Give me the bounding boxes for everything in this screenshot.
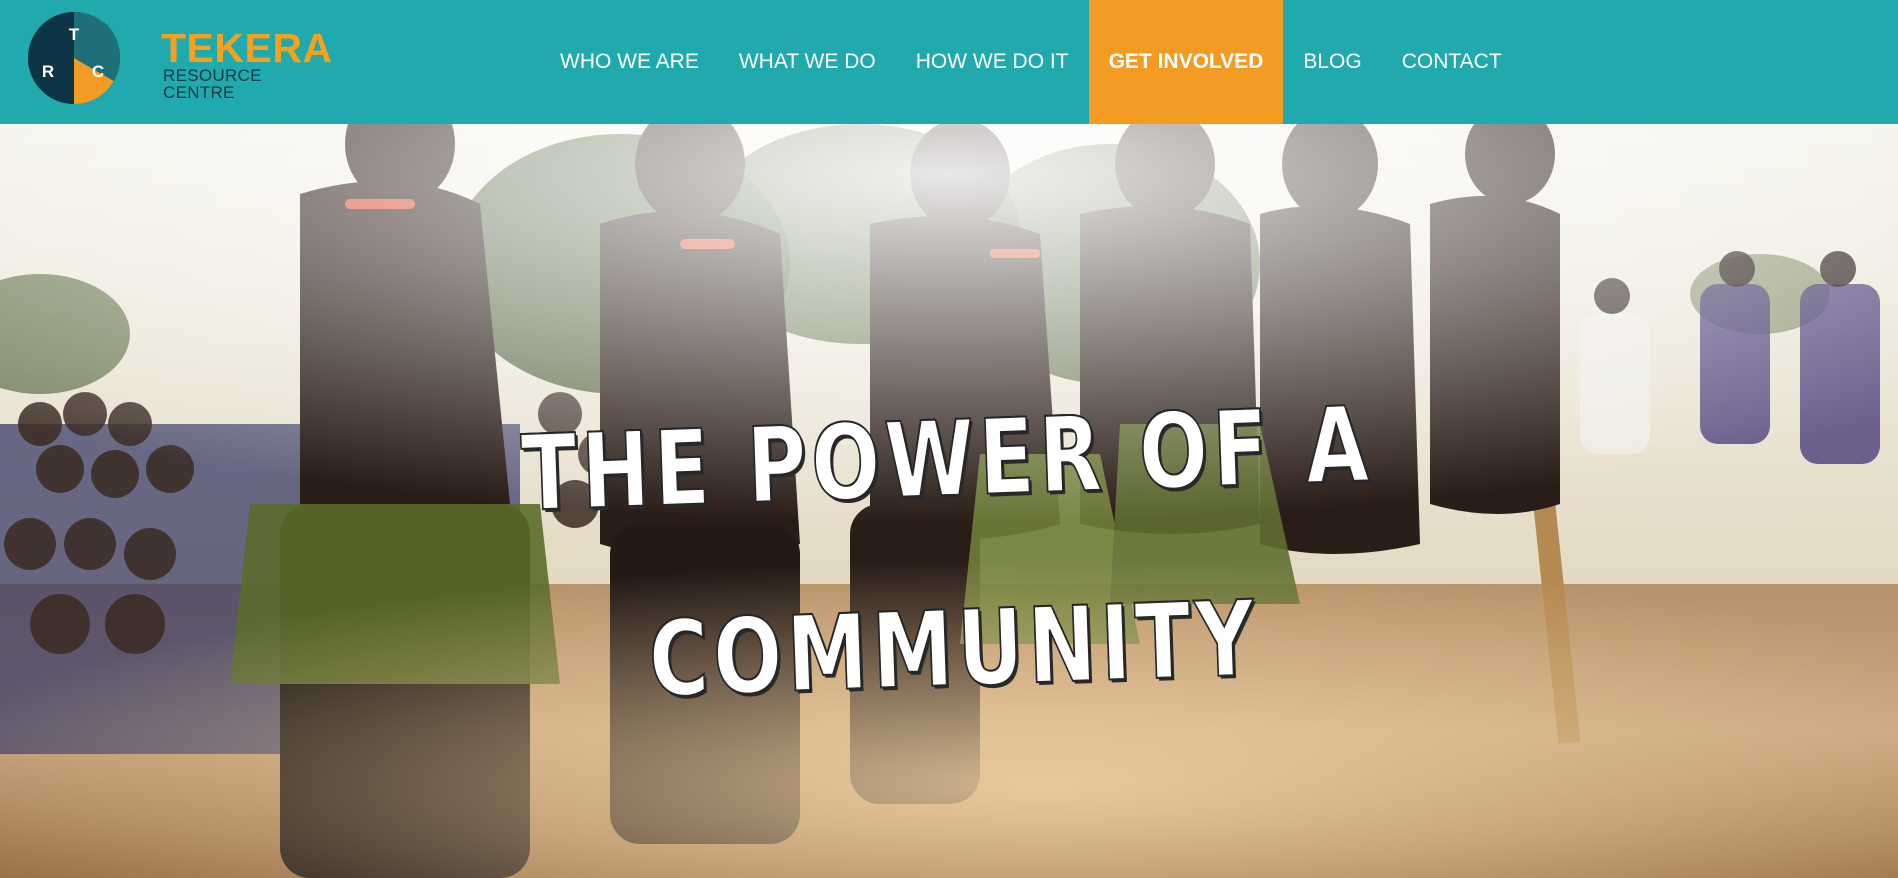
logo-letter-t: T	[69, 25, 80, 44]
logo-letter-r: R	[42, 62, 54, 81]
nav-who-we-are[interactable]: WHO WE ARE	[540, 0, 719, 124]
nav-get-involved[interactable]: GET INVOLVED	[1088, 0, 1284, 124]
logo-letter-c: C	[92, 62, 104, 81]
hero-banner: THE POWER OF A COMMUNITY	[0, 124, 1898, 878]
nav-how-we-do-it[interactable]: HOW WE DO IT	[896, 0, 1089, 124]
hero-title: THE POWER OF A COMMUNITY	[204, 338, 1697, 769]
brand-subtitle: RESOURCE CENTRE	[163, 66, 262, 102]
nav-what-we-do[interactable]: WHAT WE DO	[719, 0, 896, 124]
nav-contact[interactable]: CONTACT	[1382, 0, 1522, 124]
nav-blog[interactable]: BLOG	[1283, 0, 1381, 124]
logo-icon: T R C	[28, 12, 121, 104]
main-nav: WHO WE ARE WHAT WE DO HOW WE DO IT GET I…	[540, 0, 1522, 124]
site-header: T R C TEKERA RESOURCE CENTRE WHO WE ARE …	[0, 0, 1898, 124]
brand-name: TEKERA	[161, 25, 333, 71]
logo-link[interactable]: T R C TEKERA RESOURCE CENTRE	[26, 10, 332, 106]
